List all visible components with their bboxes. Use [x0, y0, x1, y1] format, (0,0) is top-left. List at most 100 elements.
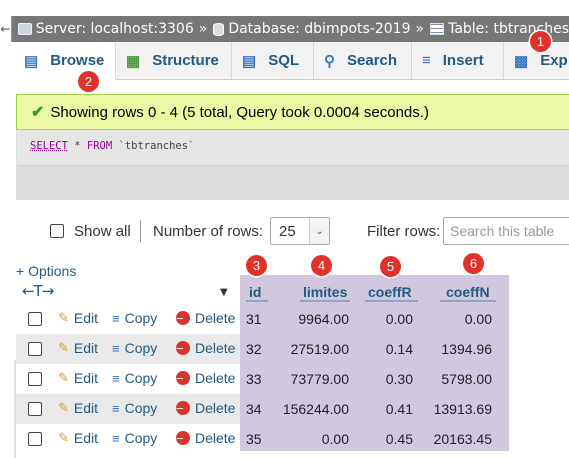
sort-dropdown-icon[interactable]: ▼	[220, 287, 228, 298]
copy-label: Copy	[124, 370, 158, 386]
sql-query-text: SELECT * FROM `tbtranches`	[30, 140, 194, 152]
delete-label: Delete	[195, 400, 236, 416]
tab-label: SQL	[268, 52, 300, 69]
sql-query-box: SELECT * FROM `tbtranches`	[16, 130, 569, 200]
success-message-text: Showing rows 0 - 4 (5 total, Query took …	[50, 103, 429, 121]
row-checkbox[interactable]	[28, 342, 42, 356]
copy-icon: ≡	[112, 370, 120, 386]
header-underline	[246, 300, 268, 302]
navigation-row: Show all Number of rows: 25 ⌄ Filter row…	[0, 214, 569, 250]
tab-sql[interactable]: ▤ SQL	[232, 42, 314, 80]
sql-star: *	[67, 140, 87, 152]
tab-structure[interactable]: ▦ Structure	[116, 42, 232, 80]
edit-button[interactable]: ✎ Edit	[58, 340, 98, 356]
delete-button[interactable]: − Delete	[176, 370, 235, 386]
edit-button[interactable]: ✎ Edit	[58, 310, 98, 326]
copy-icon: ≡	[112, 400, 120, 416]
tab-label: Search	[347, 52, 398, 69]
edit-button[interactable]: ✎ Edit	[58, 430, 98, 446]
delete-label: Delete	[195, 340, 236, 356]
tab-label: Structure	[152, 52, 219, 69]
cell-limites: 9964.00	[298, 311, 349, 327]
breadcrumb-server[interactable]: Server: localhost:3306	[17, 21, 194, 37]
table-row: ✎ Edit ≡ Copy − Delete	[16, 304, 240, 334]
copy-button[interactable]: ≡ Copy	[112, 310, 157, 326]
table-row: ✎ Edit ≡ Copy − Delete	[16, 334, 240, 364]
structure-icon: ▦	[126, 52, 141, 70]
pencil-icon: ✎	[58, 400, 69, 415]
copy-button[interactable]: ≡ Copy	[112, 370, 157, 386]
filter-rows-label: Filter rows:	[367, 223, 441, 240]
options-link[interactable]: + Options	[16, 263, 76, 279]
copy-icon: ≡	[112, 430, 120, 446]
breadcrumb-table-label: Table: tbtranches	[448, 21, 569, 37]
copy-label: Copy	[124, 400, 158, 416]
show-all-checkbox[interactable]	[50, 224, 64, 238]
edit-button[interactable]: ✎ Edit	[58, 370, 98, 386]
delete-button[interactable]: − Delete	[176, 340, 235, 356]
column-header-id[interactable]: id	[249, 284, 261, 300]
copy-icon: ≡	[112, 310, 120, 326]
delete-button[interactable]: − Delete	[176, 400, 235, 416]
cell-limites: 73779.00	[290, 371, 349, 387]
column-header-coeffr[interactable]: coeffR	[368, 284, 412, 300]
row-checkbox[interactable]	[28, 372, 42, 386]
back-arrow-icon[interactable]: ←	[0, 16, 12, 42]
phpmyadmin-page: ← Server: localhost:3306 » Database: dbi…	[0, 0, 569, 458]
annotation-badge-5: 5	[380, 256, 401, 277]
filter-rows-input[interactable]: Search this table	[443, 217, 569, 245]
cell-limites: 156244.00	[282, 401, 349, 417]
delete-button[interactable]: − Delete	[176, 430, 235, 446]
delete-icon: −	[176, 341, 190, 356]
row-checkbox[interactable]	[28, 402, 42, 416]
tab-search[interactable]: ⚲ Search	[314, 42, 412, 80]
copy-label: Copy	[124, 340, 158, 356]
column-header-limites[interactable]: limites	[303, 284, 347, 300]
breadcrumb: ← Server: localhost:3306 » Database: dbi…	[0, 16, 569, 42]
annotation-badge-1: 1	[530, 31, 551, 52]
cell-coeffn: 0.00	[464, 311, 492, 327]
show-all-label[interactable]: Show all	[74, 223, 131, 240]
tab-bar: ▤ Browse ▦ Structure ▤ SQL ⚲ Search ≡ In…	[14, 42, 569, 80]
pencil-icon: ✎	[58, 310, 69, 325]
insert-icon: ≡	[422, 52, 431, 69]
tab-label: Exp	[540, 52, 568, 69]
row-checkbox[interactable]	[28, 432, 42, 446]
success-message: ✔ Showing rows 0 - 4 (5 total, Query too…	[16, 94, 569, 130]
row-checkbox[interactable]	[28, 312, 42, 326]
copy-label: Copy	[124, 310, 158, 326]
breadcrumb-separator: »	[198, 21, 208, 37]
header-underline	[440, 300, 496, 302]
sql-table-name: `tbtranches`	[112, 140, 195, 152]
tab-insert[interactable]: ≡ Insert	[412, 42, 504, 80]
edit-label: Edit	[73, 310, 99, 326]
sql-select-keyword[interactable]: SELECT	[30, 140, 68, 152]
number-of-rows-select[interactable]: 25 ⌄	[270, 217, 330, 245]
delete-button[interactable]: − Delete	[176, 310, 235, 326]
delete-label: Delete	[195, 430, 236, 446]
edit-button[interactable]: ✎ Edit	[58, 400, 98, 416]
number-of-rows-label: Number of rows:	[153, 223, 264, 240]
export-icon: ▩	[514, 52, 529, 70]
annotation-badge-6: 6	[463, 253, 484, 274]
table-row: ✎ Edit ≡ Copy − Delete	[16, 364, 240, 394]
copy-button[interactable]: ≡ Copy	[112, 430, 157, 446]
delete-icon: −	[176, 401, 190, 416]
sql-actions-strip	[17, 165, 569, 200]
column-resize-arrows-icon[interactable]: ←T→	[22, 282, 54, 300]
tab-label: Browse	[50, 52, 105, 69]
breadcrumb-database[interactable]: Database: dbimpots-2019	[213, 21, 411, 37]
delete-icon: −	[176, 311, 190, 326]
table-row: ✎ Edit ≡ Copy − Delete	[16, 394, 240, 424]
cell-coeffr: 0.41	[385, 401, 413, 417]
cell-coeffr: 0.45	[385, 431, 413, 447]
cell-coeffn: 5798.00	[441, 371, 492, 387]
tab-browse[interactable]: ▤ Browse	[14, 42, 116, 80]
delete-icon: −	[176, 431, 190, 446]
copy-button[interactable]: ≡ Copy	[112, 400, 157, 416]
column-header-coeffn[interactable]: coeffN	[446, 284, 490, 300]
pencil-icon: ✎	[58, 340, 69, 355]
copy-button[interactable]: ≡ Copy	[112, 340, 157, 356]
header-underline	[300, 300, 350, 302]
annotation-badge-4: 4	[311, 255, 332, 276]
